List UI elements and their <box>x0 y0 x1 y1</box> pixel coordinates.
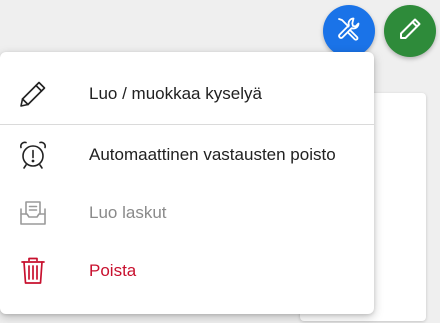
menu-item-label: Luo / muokkaa kyselyä <box>89 84 262 103</box>
invoice-inbox-icon <box>17 197 49 229</box>
menu-item-edit-survey[interactable]: Luo / muokkaa kyselyä <box>0 65 374 123</box>
alarm-clock-icon <box>17 139 49 171</box>
tools-button[interactable] <box>323 5 375 57</box>
menu-item-label: Automaattinen vastausten poisto <box>89 145 336 164</box>
actions-menu: Luo / muokkaa kyselyä Automaattinen vast… <box>0 52 374 314</box>
menu-item-create-invoices: Luo laskut <box>0 184 374 242</box>
pencil-icon <box>17 78 49 110</box>
edit-button[interactable] <box>384 5 436 57</box>
pencil-icon <box>396 15 424 48</box>
menu-item-label: Poista <box>89 261 137 280</box>
menu-item-label: Luo laskut <box>89 203 167 222</box>
menu-divider <box>0 124 374 125</box>
screen: Luo / muokkaa kyselyä Automaattinen vast… <box>0 0 440 323</box>
menu-item-auto-delete[interactable]: Automaattinen vastausten poisto <box>0 126 374 184</box>
menu-item-delete[interactable]: Poista <box>0 242 374 300</box>
trash-icon <box>17 255 49 287</box>
tools-icon <box>334 14 364 49</box>
